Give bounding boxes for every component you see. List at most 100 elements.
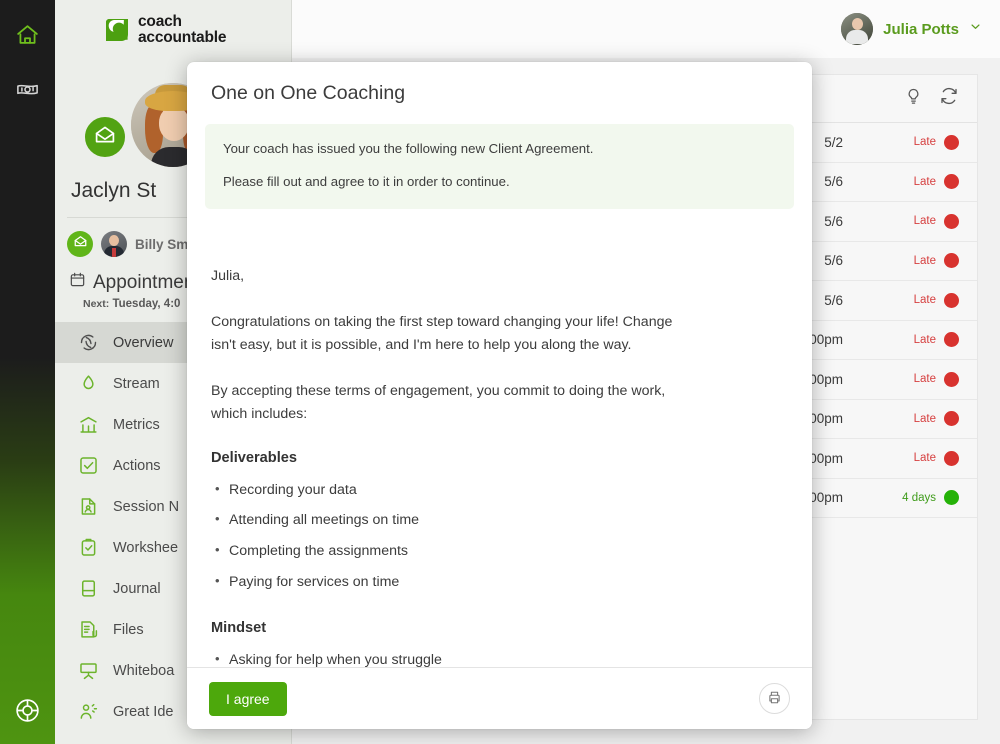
list-item: Paying for services on time	[215, 572, 788, 592]
client-message-button[interactable]	[82, 114, 128, 160]
sidebar-item-label: Files	[113, 621, 144, 638]
coach-name: Billy Smi	[135, 236, 193, 252]
appointments-next-value: Tuesday, 4:0	[112, 298, 181, 310]
rail-item-support[interactable]	[0, 688, 55, 732]
overview-swirl-icon	[77, 332, 99, 354]
printer-icon	[767, 690, 782, 708]
life-ring-support-icon	[14, 697, 41, 724]
status-dot	[944, 253, 959, 269]
status-dot	[944, 490, 959, 506]
notice-line-2: Please fill out and agree to it in order…	[223, 173, 510, 189]
top-bar: Julia Potts	[292, 0, 1000, 58]
status-dot	[944, 450, 959, 466]
status-badge: Late	[883, 213, 959, 229]
status-badge: Late	[883, 371, 959, 387]
clipboard-check-icon	[77, 537, 99, 559]
user-menu-name[interactable]: Julia Potts	[883, 21, 959, 38]
status-label: Late	[913, 294, 936, 307]
section-list: Asking for help when you struggle Celebr…	[211, 650, 788, 667]
sidebar-item-label: Journal	[113, 580, 161, 597]
status-label: 4 days	[902, 491, 936, 504]
avatar[interactable]	[841, 13, 874, 45]
status-label: Late	[913, 215, 936, 228]
section-heading: Mindset	[211, 619, 267, 636]
sidebar-item-label: Metrics	[113, 416, 160, 433]
status-dot	[944, 411, 959, 427]
chevron-down-icon[interactable]	[969, 20, 982, 38]
status-badge: Late	[883, 411, 959, 427]
print-button[interactable]	[759, 683, 790, 714]
sidebar-item-label: Actions	[113, 457, 161, 474]
status-dot	[944, 213, 959, 229]
status-badge: Late	[883, 292, 959, 308]
agreement-document: Julia, Congratulations on taking the fir…	[187, 209, 812, 667]
appointments-next-label: Next:	[83, 298, 110, 310]
calendar-icon	[69, 271, 86, 294]
droplet-icon	[77, 373, 99, 395]
rail-item-billing[interactable]	[0, 67, 55, 111]
coach-message-button[interactable]	[67, 231, 93, 257]
refresh-sync-icon[interactable]	[939, 86, 959, 111]
section-list: Recording your data Attending all meetin…	[211, 480, 788, 592]
coach-avatar[interactable]	[101, 231, 127, 257]
list-item: Completing the assignments	[215, 541, 788, 561]
brand-logo[interactable]: coach accountable	[55, 0, 291, 59]
status-badge: 4 days	[883, 490, 959, 506]
appointments-heading-label: Appointmen	[93, 271, 195, 293]
client-agreement-modal: One on One Coaching Your coach has issue…	[187, 62, 812, 729]
rail-item-home[interactable]	[0, 12, 55, 56]
check-square-icon	[77, 455, 99, 477]
bar-chart-icon	[77, 414, 99, 436]
status-badge: Late	[883, 450, 959, 466]
status-dot	[944, 292, 959, 308]
whiteboard-easel-icon	[77, 660, 99, 682]
status-dot	[944, 134, 959, 150]
status-dot	[944, 174, 959, 190]
list-item: Asking for help when you struggle	[215, 650, 788, 667]
modal-footer: I agree	[187, 667, 812, 729]
status-badge: Late	[883, 134, 959, 150]
sidebar-item-label: Stream	[113, 375, 160, 392]
open-envelope-icon	[93, 123, 117, 152]
modal-body: Your coach has issued you the following …	[187, 105, 812, 667]
sidebar-item-label: Workshee	[113, 539, 179, 556]
lightbulb-icon[interactable]	[904, 87, 923, 111]
paragraph: By accepting these terms of engagement, …	[211, 383, 666, 422]
status-badge: Late	[883, 332, 959, 348]
open-envelope-icon	[73, 234, 88, 254]
brand-logo-text: coach accountable	[138, 12, 227, 46]
i-agree-button[interactable]: I agree	[209, 681, 287, 716]
global-rail	[0, 0, 55, 744]
file-attachment-icon	[77, 619, 99, 641]
section-heading: Deliverables	[211, 449, 297, 466]
salutation: Julia,	[211, 267, 245, 284]
status-label: Late	[913, 373, 936, 386]
status-label: Late	[913, 412, 936, 425]
paragraph: Congratulations on taking the first step…	[211, 314, 673, 353]
status-label: Late	[913, 254, 936, 267]
people-idea-icon	[77, 701, 99, 723]
home-icon	[15, 22, 40, 47]
status-dot	[944, 332, 959, 348]
status-label: Late	[913, 333, 936, 346]
status-label: Late	[913, 136, 936, 149]
status-dot	[944, 371, 959, 387]
sidebar-item-label: Great Ide	[113, 703, 174, 720]
status-badge: Late	[883, 253, 959, 269]
coach-accountable-leaf-logo	[103, 16, 131, 44]
status-badge: Late	[883, 174, 959, 190]
app-root: coach accountable Jaclyn St Billy Smi Ap…	[0, 0, 1000, 744]
money-bill-icon	[15, 77, 40, 102]
session-notes-icon	[77, 496, 99, 518]
brand-logo-line2: accountable	[138, 28, 227, 46]
list-item: Attending all meetings on time	[215, 510, 788, 530]
status-label: Late	[913, 175, 936, 188]
page-title: One on One Coaching	[211, 82, 406, 104]
sidebar-item-label: Session N	[113, 498, 180, 515]
sidebar-item-label: Whiteboa	[113, 662, 175, 679]
status-label: Late	[913, 452, 936, 465]
agreement-notice: Your coach has issued you the following …	[205, 124, 794, 209]
brand-logo-line1: coach	[138, 12, 182, 30]
list-item: Recording your data	[215, 480, 788, 500]
journal-book-icon	[77, 578, 99, 600]
